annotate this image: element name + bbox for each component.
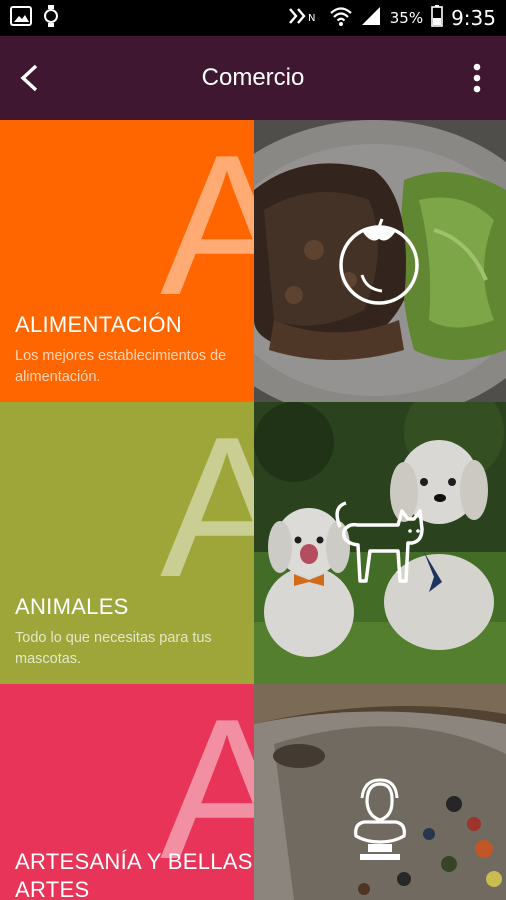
category-letter: A <box>160 120 254 337</box>
category-card-animales[interactable]: A ANIMALES Todo lo que necesitas para tu… <box>0 402 506 684</box>
category-card-alimentacion[interactable]: A ALIMENTACIÓN Los mejores establecimien… <box>0 120 506 402</box>
category-description: Todo lo que necesitas para tus mascotas. <box>15 630 212 667</box>
more-vert-icon <box>473 63 481 93</box>
category-letter: A <box>160 402 254 619</box>
category-panel: A ANIMALES Todo lo que necesitas para tu… <box>0 402 254 684</box>
category-card-artesania[interactable]: A ARTESANÍA Y BELLAS ARTES <box>0 684 506 900</box>
overflow-menu-button[interactable] <box>462 58 492 98</box>
battery-icon <box>431 4 443 32</box>
category-photo-dogs <box>254 402 506 684</box>
watch-notification-icon <box>44 4 58 32</box>
category-title: ALIMENTACIÓN <box>15 312 182 337</box>
tomato-icon <box>334 215 424 305</box>
nfc-icon: N <box>288 6 322 31</box>
category-description: Los mejores establecimientos de alimenta… <box>15 348 227 385</box>
svg-text:N: N <box>308 13 315 24</box>
category-panel: A ALIMENTACIÓN Los mejores establecimien… <box>0 120 254 402</box>
page-title: Comercio <box>201 64 305 91</box>
gallery-notification-icon <box>10 5 32 31</box>
category-photo-food <box>254 120 506 402</box>
arrow-back-icon <box>20 64 38 92</box>
clock: 9:35 <box>451 6 496 30</box>
status-bar: N 35% 9:35 <box>0 0 506 36</box>
signal-icon <box>360 6 382 31</box>
wifi-icon <box>329 6 352 31</box>
app-bar: Comercio <box>0 36 506 120</box>
bust-statue-icon <box>334 776 424 866</box>
category-panel: A ARTESANÍA Y BELLAS ARTES <box>0 684 254 900</box>
back-button[interactable] <box>14 58 44 98</box>
category-title: ARTESANÍA Y BELLAS ARTES <box>15 849 253 900</box>
cat-icon <box>334 497 424 587</box>
category-photo-palette <box>254 684 506 900</box>
battery-percent: 35% <box>389 9 424 27</box>
category-title: ANIMALES <box>15 594 129 619</box>
